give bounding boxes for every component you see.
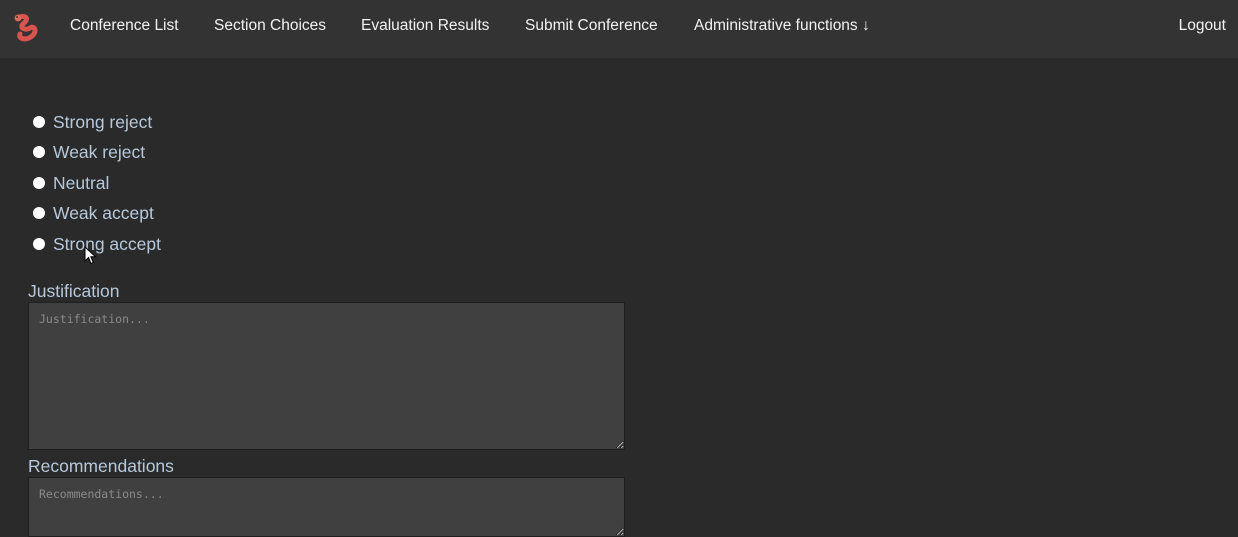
radio-weak-accept[interactable]: Weak accept <box>33 202 154 224</box>
radio-label[interactable]: Neutral <box>53 172 109 194</box>
top-navbar: Conference List Section Choices Evaluati… <box>0 0 1238 59</box>
radio-label[interactable]: Weak reject <box>53 141 145 163</box>
recommendations-textarea[interactable] <box>28 477 625 537</box>
radio-button[interactable] <box>33 146 45 158</box>
radio-strong-reject[interactable]: Strong reject <box>33 111 152 133</box>
justification-label: Justification <box>28 281 120 301</box>
radio-label[interactable]: Strong reject <box>53 111 152 133</box>
logout-link[interactable]: Logout <box>1179 16 1226 36</box>
nav-evaluation-results[interactable]: Evaluation Results <box>361 16 489 36</box>
nav-section-choices[interactable]: Section Choices <box>214 16 326 36</box>
nav-submit-conference[interactable]: Submit Conference <box>525 16 658 36</box>
radio-button[interactable] <box>33 116 45 128</box>
radio-neutral[interactable]: Neutral <box>33 172 109 194</box>
nav-conference-list[interactable]: Conference List <box>70 16 179 36</box>
worm-logo-icon[interactable] <box>10 12 42 46</box>
radio-weak-reject[interactable]: Weak reject <box>33 141 145 163</box>
nav-administrative-functions-dropdown[interactable]: Administrative functions ↓ <box>694 16 870 36</box>
recommendations-label: Recommendations <box>28 456 174 476</box>
evaluation-form: Strong reject Weak reject Neutral Weak a… <box>0 59 1238 537</box>
radio-button[interactable] <box>33 238 45 250</box>
radio-button[interactable] <box>33 177 45 189</box>
radio-button[interactable] <box>33 207 45 219</box>
radio-label[interactable]: Weak accept <box>53 202 154 224</box>
justification-textarea[interactable] <box>28 302 625 450</box>
radio-label[interactable]: Strong accept <box>53 233 161 255</box>
mouse-pointer-icon <box>84 246 97 265</box>
